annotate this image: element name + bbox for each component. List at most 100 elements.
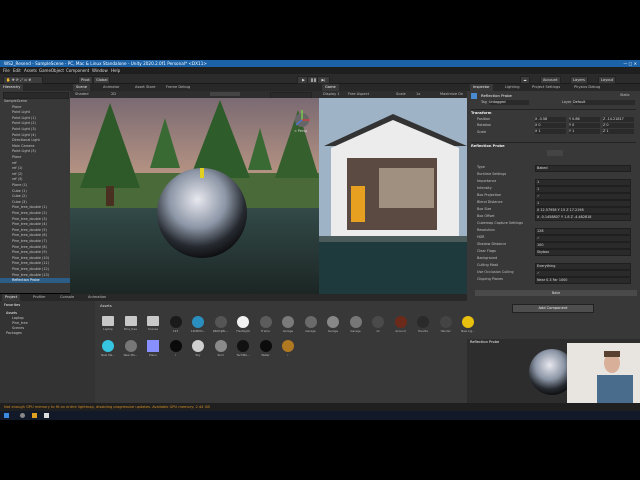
transform-field[interactable]: Y 0.86 (569, 116, 600, 122)
hierarchy-item[interactable]: Pine_tree_double (10) (0, 256, 70, 261)
asset-item[interactable]: Sky (190, 340, 206, 357)
tree-laptop[interactable]: Laptop (12, 316, 24, 320)
bake-button[interactable]: Bake (475, 290, 637, 296)
hierarchy-item[interactable]: Point Light (5) (0, 149, 70, 154)
asset-item[interactable]: Garage (348, 316, 364, 333)
hierarchy-item[interactable]: Pine_tree_double (9) (0, 250, 70, 255)
hierarchy-item[interactable]: Pine_tree_double (2) (0, 211, 70, 216)
tree-scenes[interactable]: Scenes (12, 326, 24, 330)
tag-dropdown[interactable]: Untagged (489, 99, 529, 105)
asset-item[interactable]: Water (258, 340, 274, 357)
transform-field[interactable]: Z 1 (603, 129, 634, 135)
tab-physics-debug[interactable]: Physics Debug (571, 84, 603, 91)
asset-item[interactable]: Ground (393, 316, 409, 333)
add-component-button[interactable]: Add Component (512, 304, 594, 313)
game-viewport[interactable] (319, 98, 467, 294)
status-message[interactable]: Not enough GPU memory to fit an entire l… (0, 405, 210, 409)
tree-packages[interactable]: Packages (6, 331, 22, 335)
hierarchy-item[interactable]: ref (1) (0, 166, 70, 171)
asset-item[interactable]: TechMa... (235, 340, 251, 357)
step-button[interactable]: ▶| (317, 75, 330, 84)
tree-assets[interactable]: Assets (6, 311, 17, 315)
asset-item[interactable]: 12DEDO... (190, 316, 206, 333)
hierarchy-search[interactable] (3, 92, 69, 99)
tab-inspector[interactable]: Inspector (470, 84, 493, 91)
hierarchy-item[interactable]: Point Light (2) (0, 121, 70, 126)
hierarchy-item[interactable]: Point Light (3) (0, 127, 70, 132)
shading-dropdown[interactable]: Shaded (72, 91, 92, 98)
asset-item[interactable]: Garage (280, 316, 296, 333)
hierarchy-item[interactable]: Point Light (1) (0, 116, 70, 121)
scene-viewport[interactable]: < Persp (70, 98, 319, 294)
hierarchy-item[interactable]: ref (0, 161, 70, 166)
transform-field[interactable]: Y 1 (569, 129, 600, 135)
layout-dropdown[interactable]: Layout (598, 75, 617, 84)
tab-hierarchy[interactable]: Hierarchy (0, 84, 24, 91)
hierarchy-item[interactable]: Pine_tree_double (5) (0, 228, 70, 233)
tab-animator[interactable]: Animator (100, 84, 123, 91)
menu-assets[interactable]: Assets (24, 67, 37, 74)
asset-item[interactable]: Scenes (145, 316, 161, 331)
probe-row-value[interactable]: Near 0.3 Far 1000 (535, 276, 631, 284)
tab-lighting[interactable]: Lighting (502, 84, 523, 91)
asset-item[interactable]: New Ma... (123, 340, 139, 357)
transform-field[interactable]: X 0 (535, 123, 566, 129)
aspect-dropdown[interactable]: Free Aspect (345, 91, 372, 98)
hierarchy-item[interactable]: Directional Light (0, 138, 70, 143)
hierarchy-item[interactable]: Pine_tree_double (12) (0, 267, 70, 272)
tab-project-settings[interactable]: Project Settings (529, 84, 563, 91)
asset-item[interactable]: Flashlight (235, 316, 251, 333)
static-toggle[interactable]: Static (620, 93, 630, 97)
asset-item[interactable]: r (168, 340, 184, 357)
maximize-toggle[interactable]: Maximize On Play (437, 91, 467, 103)
menu-gameobject[interactable]: GameObject (39, 67, 64, 74)
start-icon[interactable] (4, 413, 9, 418)
hierarchy-item[interactable]: Plane (0, 105, 70, 110)
scene-tool-icons[interactable] (210, 92, 240, 96)
menu-component[interactable]: Component (66, 67, 89, 74)
taskbar-unity-icon[interactable] (44, 413, 49, 418)
tab-profiler[interactable]: Profiler (30, 294, 49, 301)
tab-project[interactable]: Project (2, 294, 21, 301)
hierarchy-item[interactable]: ref (3) (0, 177, 70, 182)
tab-asset-store[interactable]: Asset Store (132, 84, 158, 91)
hierarchy-item[interactable]: Cube (2) (0, 194, 70, 199)
menu-edit[interactable]: Edit (13, 67, 21, 74)
hierarchy-item[interactable]: Pine_tree_double (13) (0, 273, 70, 278)
transform-field[interactable]: Z 0 (603, 123, 634, 129)
tab-frame-debug[interactable]: Frame Debug (163, 84, 193, 91)
global-toggle[interactable]: Global (93, 75, 111, 84)
account-dropdown[interactable]: Account (540, 75, 561, 84)
tab-game[interactable]: Game (322, 84, 339, 91)
asset-item[interactable]: Garage (325, 316, 341, 333)
hierarchy-item[interactable]: Pine_tree_double (1) (0, 205, 70, 210)
asset-item[interactable]: Pine_tree (123, 316, 139, 331)
tab-console[interactable]: Console (57, 294, 77, 301)
favorites-label[interactable]: Favorites (4, 303, 20, 307)
hierarchy-item[interactable]: Pine_tree_double (6) (0, 233, 70, 238)
hierarchy-item[interactable]: ref (2) (0, 172, 70, 177)
asset-item[interactable]: 1BIDUJBL... (213, 316, 229, 333)
collab-icon[interactable]: ☁ (520, 75, 530, 84)
hierarchy-item[interactable]: Plane (1) (0, 183, 70, 188)
hierarchy-item[interactable]: Main Camera (0, 144, 70, 149)
taskbar-app-icon[interactable] (20, 413, 25, 418)
asset-item[interactable]: Garage (303, 316, 319, 333)
breadcrumb[interactable]: Assets (100, 304, 112, 308)
2d-toggle[interactable]: 2D (108, 91, 119, 98)
hierarchy-item[interactable]: Pine_tree_double (3) (0, 217, 70, 222)
asset-item[interactable]: Skid (213, 340, 229, 357)
transform-field[interactable]: X 1 (535, 129, 566, 135)
hierarchy-item[interactable]: Reflection Probe (0, 278, 70, 283)
hierarchy-item[interactable]: Pine_tree_double (7) (0, 239, 70, 244)
menu-window[interactable]: Window (92, 67, 108, 74)
menu-file[interactable]: File (3, 67, 10, 74)
hierarchy-item[interactable]: Cube (1) (0, 189, 70, 194)
asset-item[interactable]: Frame (258, 316, 274, 333)
layer-dropdown[interactable]: Default (573, 99, 635, 105)
hierarchy-item[interactable]: Pine_tree_double (8) (0, 245, 70, 250)
asset-item[interactable]: New Lig... (460, 316, 476, 333)
asset-item[interactable]: New Ma... (100, 340, 116, 357)
asset-item[interactable]: r (280, 340, 296, 357)
menu-help[interactable]: Help (111, 67, 120, 74)
